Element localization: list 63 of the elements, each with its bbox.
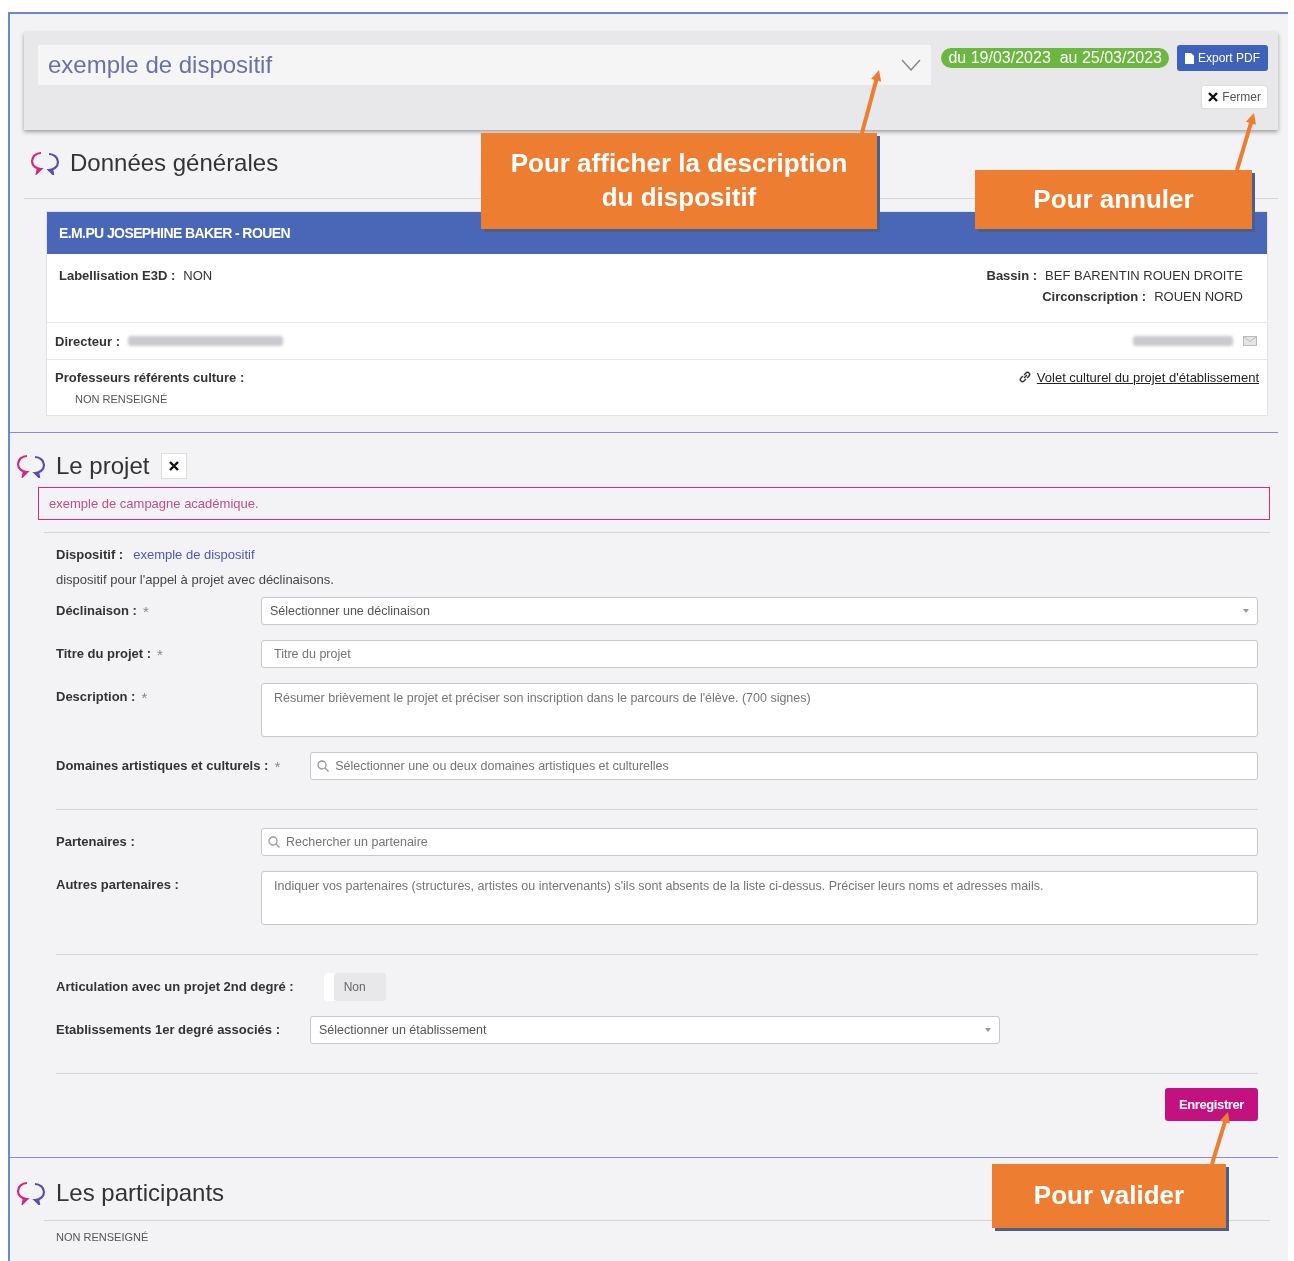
link[interactable]: Volet culturel du projet d'établissement (1036, 370, 1259, 385)
search-field[interactable]: Sélectionner une ou deux domaines artistiques et culturelles (310, 752, 1258, 780)
required-mark: * (274, 758, 281, 775)
search-icon (317, 760, 330, 772)
field-label: Partenaires : (56, 834, 135, 849)
caret-down-icon (985, 1028, 991, 1032)
close-icon (169, 461, 180, 471)
field-label: Titre du projet : (56, 646, 152, 663)
field-value: ROUEN NORD (1154, 289, 1243, 304)
required-mark: * (142, 603, 149, 620)
caret-down-icon (1243, 609, 1249, 613)
callout-note: Pour afficher la description du dispositif (481, 133, 877, 229)
save-button[interactable]: Enregistrer (1165, 1088, 1258, 1121)
arrow (860, 70, 882, 134)
field-value: NON RENSEIGNÉ (56, 1231, 149, 1243)
close-button[interactable]: Fermer (1201, 85, 1268, 109)
document-icon (1185, 52, 1194, 64)
search-icon (268, 836, 280, 848)
title-field: exemple de dispositif (48, 51, 273, 79)
field-value: BEF BARENTIN ROUEN DROITE (1045, 268, 1243, 283)
field-value: exemple de dispositif (133, 547, 255, 562)
section-title: Données générales (70, 149, 279, 177)
section-title: Le projet (56, 452, 150, 480)
field-value: NON (183, 268, 213, 283)
field-label: Directeur : (55, 333, 121, 349)
field-label: Bassin : (986, 268, 1038, 283)
select-field[interactable]: Sélectionner un établissement (310, 1016, 1000, 1044)
arrow (1235, 113, 1256, 171)
field-label: Professeurs référents culture : (55, 370, 245, 385)
speech-bubbles-icon (16, 454, 48, 478)
field-label: Etablissements 1er degré associés : (56, 1022, 280, 1037)
speech-bubbles-icon (16, 1181, 48, 1205)
toggle-switch[interactable]: Non (323, 973, 386, 1001)
field-label: Autres partenaires : (56, 877, 179, 892)
campaign-banner: exemple de campagne académique. (38, 487, 1270, 520)
close-button[interactable] (161, 453, 188, 479)
field-value: NON RENSEIGNÉ (75, 393, 169, 405)
required-mark: * (157, 646, 163, 663)
callout-note: Pour annuler (975, 170, 1252, 229)
field-label: Articulation avec un projet 2nd degré : (56, 979, 294, 994)
chevron-down-icon[interactable] (901, 59, 922, 71)
select-field[interactable]: Sélectionner une déclinaison (261, 597, 1258, 625)
required-mark: * (141, 689, 148, 706)
speech-bubbles-icon (30, 151, 62, 175)
text-area[interactable]: Indiquer vos partenaires (structures, artistes ou intervenants) s'ils sont absents de la liste ci-dessus. Préciser leurs noms et adresses mails. (261, 871, 1258, 925)
mail-icon (1243, 336, 1257, 346)
callout-note: Pour valider (992, 1164, 1226, 1228)
text-area[interactable]: Résumer brièvement le projet et préciser son inscription dans le parcours de l'élève. (700 signes) (261, 683, 1258, 737)
arrow (1210, 1112, 1230, 1165)
field-label: Labellisation E3D : (59, 268, 176, 283)
link-icon (1017, 370, 1032, 384)
field-label: Déclinaison : (56, 603, 137, 620)
export-pdf-button[interactable]: Export PDF (1177, 45, 1268, 71)
search-field[interactable]: Rechercher un partenaire (261, 828, 1258, 856)
date-range-badge: du 19/03/2023 au 25/03/2023 (941, 48, 1169, 68)
input-field[interactable]: Titre du projet (261, 640, 1258, 668)
description-text: dispositif pour l'appel à projet avec déclinaisons. (56, 572, 335, 587)
field-label: Domaines artistiques et culturels : (56, 758, 269, 775)
section-title: Les participants (56, 1179, 225, 1207)
field-label: Dispositif : (56, 547, 124, 562)
field-label: Description : (56, 689, 136, 706)
field-label: Circonscription : (1042, 289, 1147, 304)
close-icon (1208, 92, 1219, 102)
